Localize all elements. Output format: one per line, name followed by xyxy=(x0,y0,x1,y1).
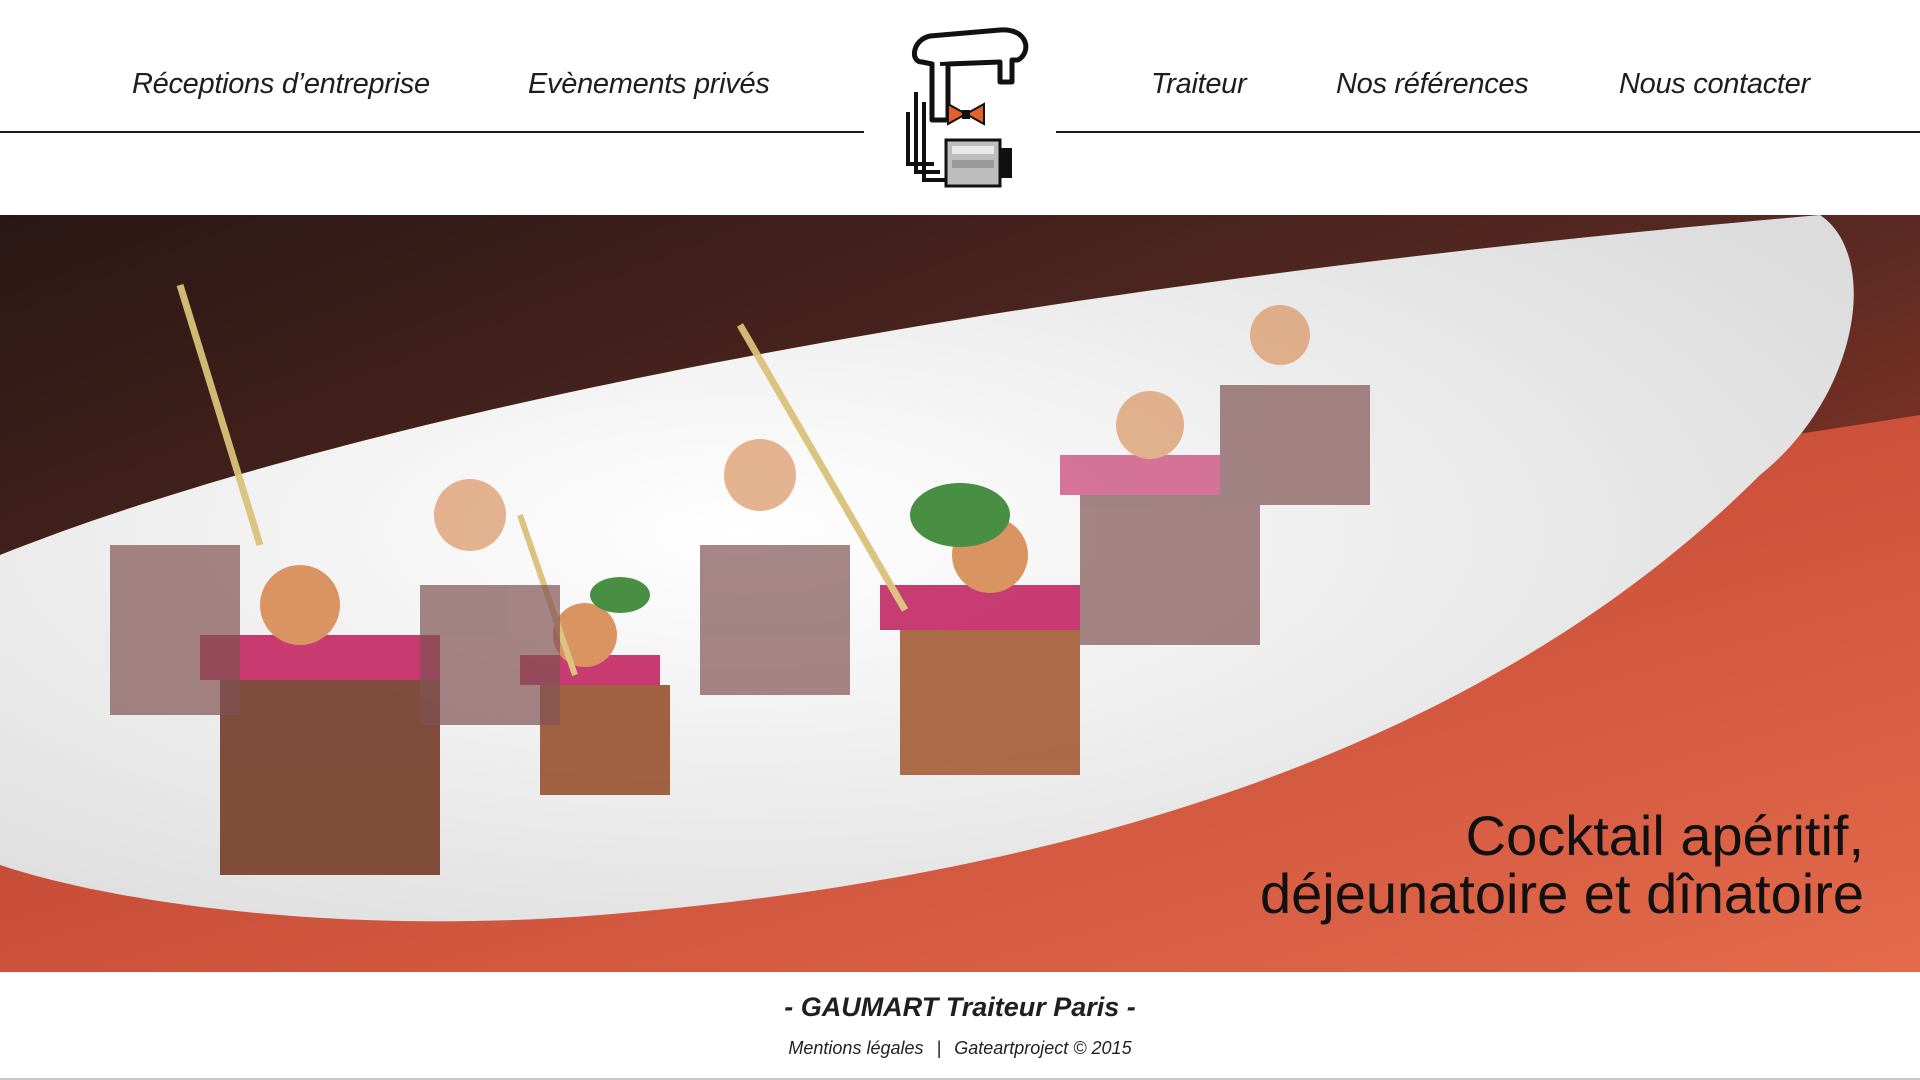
hero-banner: Cocktail apéritif, déjeunatoire et dînat… xyxy=(0,215,1920,972)
nav-nos-references[interactable]: Nos références xyxy=(1336,68,1529,101)
header-divider-right xyxy=(1056,131,1920,133)
footer-brand: - GAUMART Traiteur Paris - xyxy=(784,992,1136,1022)
site-footer: - GAUMART Traiteur Paris - Mentions léga… xyxy=(0,972,1920,1080)
hero-tagline-line1: Cocktail apéritif, xyxy=(1465,804,1864,867)
chef-logo-icon[interactable] xyxy=(900,22,1040,197)
site-header: Réceptions d’entreprise Evènements privé… xyxy=(0,0,1920,215)
footer-separator: | xyxy=(936,1038,942,1058)
nav-nous-contacter[interactable]: Nous contacter xyxy=(1619,68,1810,101)
footer-legal: Mentions légales | Gateartproject © 2015 xyxy=(0,1038,1920,1059)
nav-evenements-prives[interactable]: Evènements privés xyxy=(528,68,770,101)
nav-traiteur[interactable]: Traiteur xyxy=(1151,68,1247,101)
nav-receptions-entreprise[interactable]: Réceptions d’entreprise xyxy=(132,68,430,101)
header-divider-left xyxy=(0,131,864,133)
hero-tagline-line2: déjeunatoire et dînatoire xyxy=(1260,862,1864,925)
hero-tagline: Cocktail apéritif, déjeunatoire et dînat… xyxy=(1260,807,1864,923)
footer-credit: Gateartproject © 2015 xyxy=(954,1038,1132,1058)
mentions-legales-link[interactable]: Mentions légales xyxy=(788,1038,923,1058)
